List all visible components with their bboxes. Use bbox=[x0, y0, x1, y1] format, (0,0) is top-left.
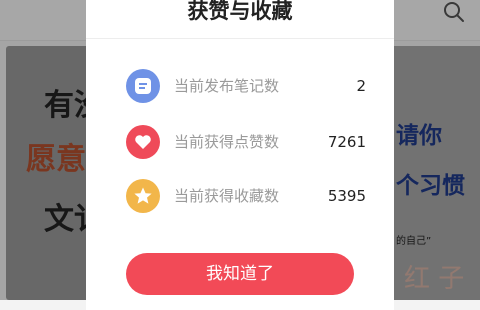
note-icon bbox=[126, 69, 160, 103]
got-it-button[interactable]: 我知道了 bbox=[126, 253, 354, 295]
stat-row-notes: 当前发布笔记数 2 bbox=[126, 69, 366, 103]
stat-value: 2 bbox=[356, 77, 366, 95]
heart-icon bbox=[126, 125, 160, 159]
star-icon bbox=[126, 179, 160, 213]
stat-row-favorites: 当前获得收藏数 5395 bbox=[126, 179, 366, 213]
stat-label: 当前发布笔记数 bbox=[174, 77, 280, 95]
stat-value: 5395 bbox=[327, 187, 366, 205]
likes-favorites-dialog: 获赞与收藏 当前发布笔记数 2 当前获得点赞数 7261 当前获得收藏数 539… bbox=[86, 0, 394, 310]
stat-label: 当前获得点赞数 bbox=[174, 133, 280, 151]
stat-row-likes: 当前获得点赞数 7261 bbox=[126, 125, 366, 159]
dialog-title: 获赞与收藏 bbox=[86, 0, 394, 39]
stat-value: 7261 bbox=[327, 133, 366, 151]
stat-label: 当前获得收藏数 bbox=[174, 187, 280, 205]
